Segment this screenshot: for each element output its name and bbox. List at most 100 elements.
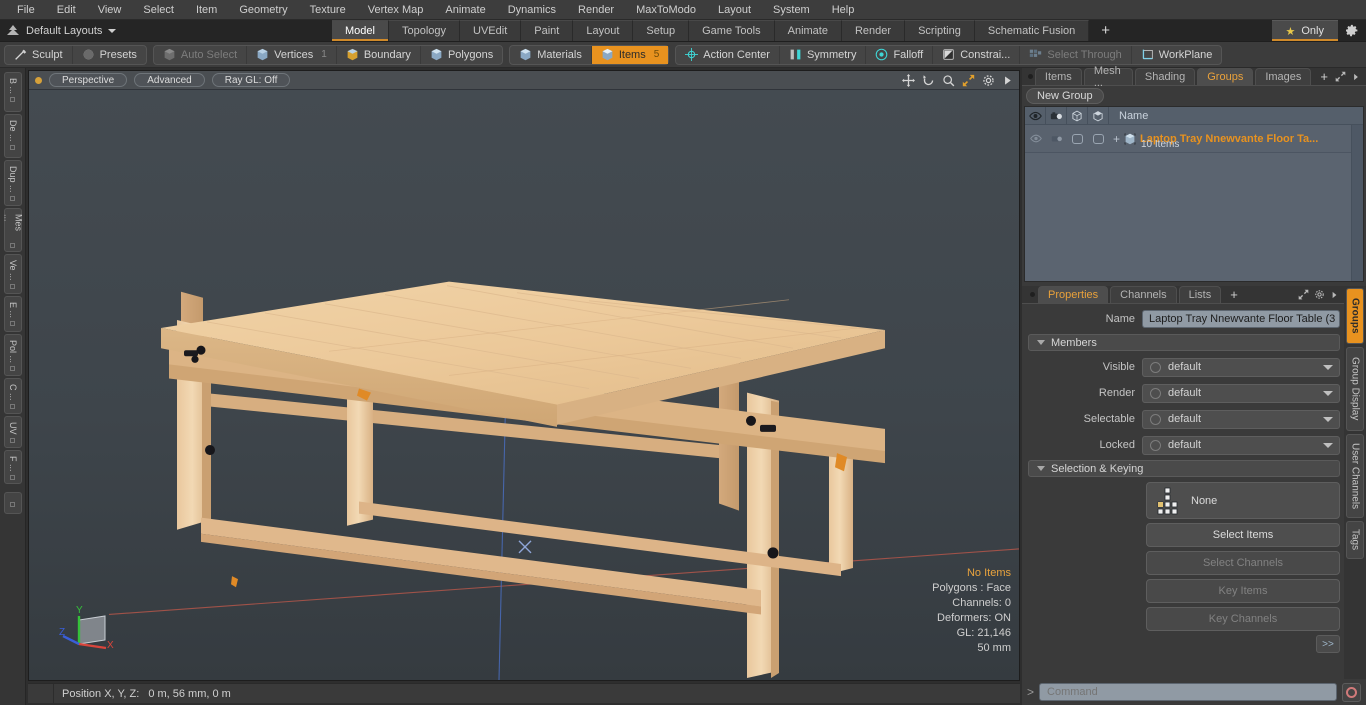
- menu-item-layout[interactable]: Layout: [707, 0, 762, 20]
- tab-game-tools[interactable]: Game Tools: [689, 20, 775, 41]
- symmetry-button[interactable]: Symmetry: [780, 45, 867, 64]
- chevron-right-icon[interactable]: [1330, 290, 1339, 300]
- column-mesh-a[interactable]: [1067, 107, 1088, 124]
- column-mesh-b[interactable]: [1088, 107, 1109, 124]
- column-visibility[interactable]: [1025, 107, 1046, 124]
- menu-item-select[interactable]: Select: [132, 0, 185, 20]
- tab-animate[interactable]: Animate: [774, 20, 842, 41]
- side-tab-user-channels[interactable]: User Channels: [1346, 434, 1364, 518]
- menu-item-edit[interactable]: Edit: [46, 0, 87, 20]
- workplane-button[interactable]: WorkPlane: [1132, 46, 1222, 64]
- item-list-scrollbar[interactable]: [1351, 125, 1363, 281]
- command-input[interactable]: [1039, 683, 1337, 701]
- table-row[interactable]: + Laptop Tray Nnewvante Floor Ta...: [1025, 125, 1351, 153]
- menu-item-animate[interactable]: Animate: [434, 0, 496, 20]
- row-mesh-b-toggle[interactable]: [1088, 125, 1109, 152]
- keying-section-header[interactable]: Selection & Keying: [1028, 460, 1340, 477]
- viewport-menu-dot-icon[interactable]: [35, 76, 42, 84]
- polygons-button[interactable]: Polygons: [421, 46, 502, 64]
- side-tab-groups[interactable]: Groups: [1346, 288, 1364, 344]
- chevron-right-icon[interactable]: [1351, 72, 1361, 82]
- rotate-icon[interactable]: [922, 74, 935, 87]
- tab-groups[interactable]: Groups: [1197, 68, 1254, 85]
- sculpt-button[interactable]: Sculpt: [5, 45, 73, 64]
- row-render-toggle[interactable]: [1046, 125, 1067, 152]
- selectable-dropdown[interactable]: default: [1142, 409, 1340, 429]
- tab-setup[interactable]: Setup: [633, 20, 690, 41]
- gear-icon[interactable]: [1314, 289, 1325, 300]
- menu-item-file[interactable]: File: [6, 0, 46, 20]
- key-items-button[interactable]: Key Items: [1146, 579, 1340, 603]
- side-tab-group-display[interactable]: Group Display: [1346, 347, 1364, 431]
- left-tab-curve[interactable]: C ...: [3, 378, 22, 414]
- row-visibility-toggle[interactable]: [1025, 125, 1046, 152]
- zoom-icon[interactable]: [942, 74, 955, 87]
- tab-lists[interactable]: Lists: [1178, 286, 1222, 303]
- left-tab-duplicate[interactable]: Dup ...: [3, 160, 22, 206]
- left-tab-edge[interactable]: E ...: [3, 296, 22, 332]
- left-tab-extra[interactable]: [3, 492, 22, 514]
- layout-preset-selector[interactable]: Default Layouts: [0, 20, 332, 41]
- members-section-header[interactable]: Members: [1028, 334, 1340, 351]
- select-through-button[interactable]: Select Through: [1020, 45, 1132, 64]
- locked-dropdown[interactable]: default: [1142, 435, 1340, 455]
- expand-icon[interactable]: +: [1113, 133, 1120, 145]
- menu-item-maxtomodo[interactable]: MaxToModo: [625, 0, 707, 20]
- viewport-raygl-button[interactable]: Ray GL: Off: [211, 73, 291, 87]
- tab-topology[interactable]: Topology: [388, 20, 461, 41]
- name-input[interactable]: Laptop Tray Nnewvante Floor Table (3: [1142, 310, 1340, 328]
- maximize-icon[interactable]: [1298, 289, 1309, 300]
- tab-properties[interactable]: Properties: [1038, 286, 1109, 303]
- select-channels-button[interactable]: Select Channels: [1146, 551, 1340, 575]
- materials-button[interactable]: Materials: [510, 45, 592, 64]
- tab-images[interactable]: Images: [1255, 68, 1312, 85]
- add-tab-button[interactable]: +: [1089, 20, 1122, 41]
- visible-dropdown[interactable]: default: [1142, 357, 1340, 377]
- tab-scripting[interactable]: Scripting: [905, 20, 975, 41]
- add-panel-tab-button[interactable]: +: [1313, 68, 1335, 85]
- boundary-button[interactable]: Boundary: [337, 45, 421, 64]
- tab-channels[interactable]: Channels: [1110, 286, 1177, 303]
- play-icon[interactable]: [1002, 74, 1013, 87]
- menu-item-help[interactable]: Help: [821, 0, 866, 20]
- menu-item-render[interactable]: Render: [567, 0, 625, 20]
- menu-item-texture[interactable]: Texture: [299, 0, 357, 20]
- move-icon[interactable]: [902, 73, 915, 87]
- menu-item-view[interactable]: View: [87, 0, 133, 20]
- tab-render[interactable]: Render: [841, 20, 906, 41]
- record-command-button[interactable]: [1342, 682, 1361, 702]
- auto-select-button[interactable]: Auto Select: [154, 45, 248, 64]
- tab-model[interactable]: Model: [332, 20, 389, 41]
- tab-layout[interactable]: Layout: [573, 20, 634, 41]
- add-properties-tab-button[interactable]: +: [1223, 286, 1245, 303]
- tab-shading[interactable]: Shading: [1134, 68, 1196, 85]
- viewport-projection-button[interactable]: Perspective: [49, 73, 128, 87]
- column-render[interactable]: [1046, 107, 1067, 124]
- tab-uvedit[interactable]: UVEdit: [460, 20, 522, 41]
- key-channels-button[interactable]: Key Channels: [1146, 607, 1340, 631]
- render-dropdown[interactable]: default: [1142, 383, 1340, 403]
- gear-icon[interactable]: [982, 74, 995, 87]
- vertices-button[interactable]: Vertices 1: [247, 45, 337, 64]
- menu-item-item[interactable]: Item: [185, 0, 228, 20]
- panel-menu-dot[interactable]: [1026, 68, 1035, 85]
- maximize-icon[interactable]: [962, 74, 975, 87]
- left-tab-polygon[interactable]: Pol ...: [3, 334, 22, 376]
- keying-selector[interactable]: None: [1146, 482, 1340, 519]
- menu-item-vertex-map[interactable]: Vertex Map: [357, 0, 435, 20]
- viewport-canvas[interactable]: No Items Polygons : Face Channels: 0 Def…: [29, 90, 1019, 680]
- menu-item-dynamics[interactable]: Dynamics: [497, 0, 567, 20]
- left-tab-deform[interactable]: De ...: [3, 114, 22, 158]
- left-tab-fusion[interactable]: F ...: [3, 450, 22, 484]
- status-bar-grip[interactable]: [28, 684, 54, 703]
- forward-button[interactable]: >>: [1316, 635, 1340, 653]
- action-center-button[interactable]: Action Center: [676, 45, 780, 64]
- left-tab-mesh[interactable]: Mes ...: [3, 208, 24, 252]
- tab-items[interactable]: Items: [1034, 68, 1082, 85]
- properties-menu-dot[interactable]: [1026, 286, 1038, 303]
- menu-item-geometry[interactable]: Geometry: [228, 0, 298, 20]
- left-tab-vertex[interactable]: Ve ...: [3, 254, 22, 294]
- constraint-button[interactable]: Constrai...: [933, 45, 1021, 64]
- items-button[interactable]: Items 5: [591, 45, 669, 64]
- tab-schematic-fusion[interactable]: Schematic Fusion: [974, 20, 1090, 41]
